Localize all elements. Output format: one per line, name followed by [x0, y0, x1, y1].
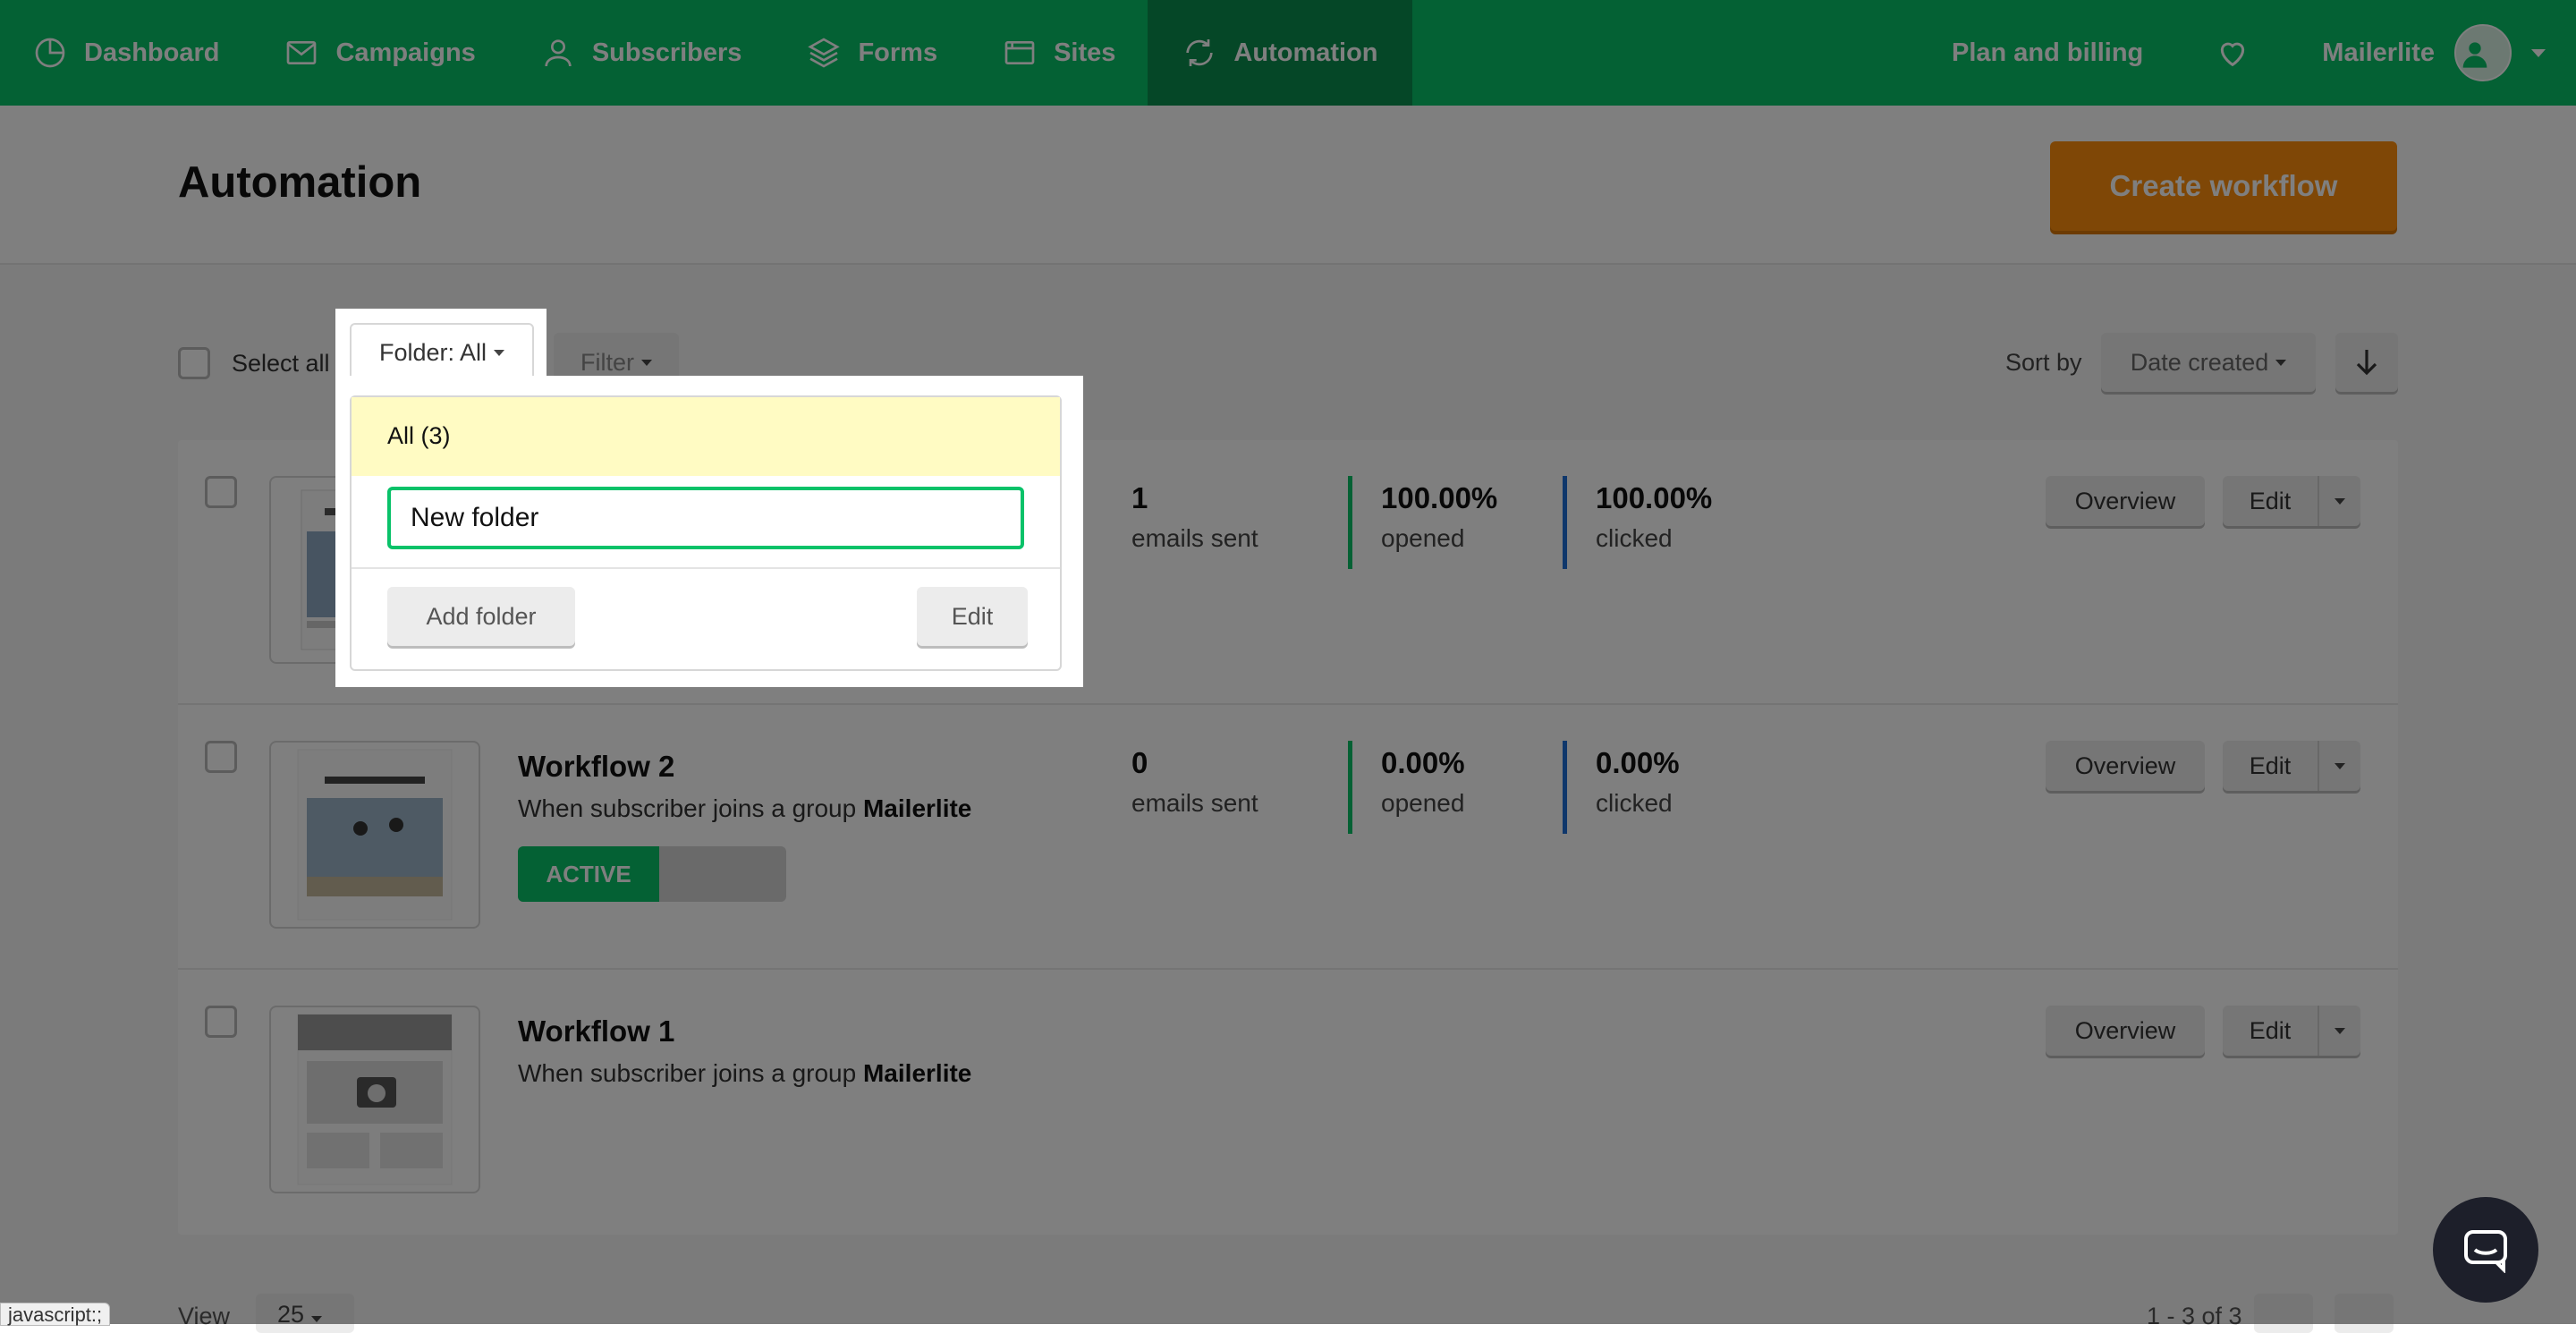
divider — [352, 567, 1060, 569]
edit-folders-button[interactable]: Edit — [917, 587, 1028, 646]
folder-dropdown: All (3) Add folder Edit — [335, 376, 1083, 687]
folder-option-all[interactable]: All (3) — [352, 397, 1060, 476]
folder-button[interactable]: Folder: All — [350, 323, 534, 382]
folder-button-label: Folder: All — [378, 338, 487, 366]
new-folder-input[interactable] — [387, 487, 1024, 549]
caret-down-icon — [494, 349, 505, 356]
browser-status-bar: javascript:; — [0, 1303, 111, 1326]
chat-icon — [2464, 1230, 2507, 1273]
folder-dropdown-panel: All (3) Add folder Edit — [350, 395, 1062, 671]
chat-widget-button[interactable] — [2433, 1197, 2538, 1303]
add-folder-button[interactable]: Add folder — [387, 587, 575, 646]
